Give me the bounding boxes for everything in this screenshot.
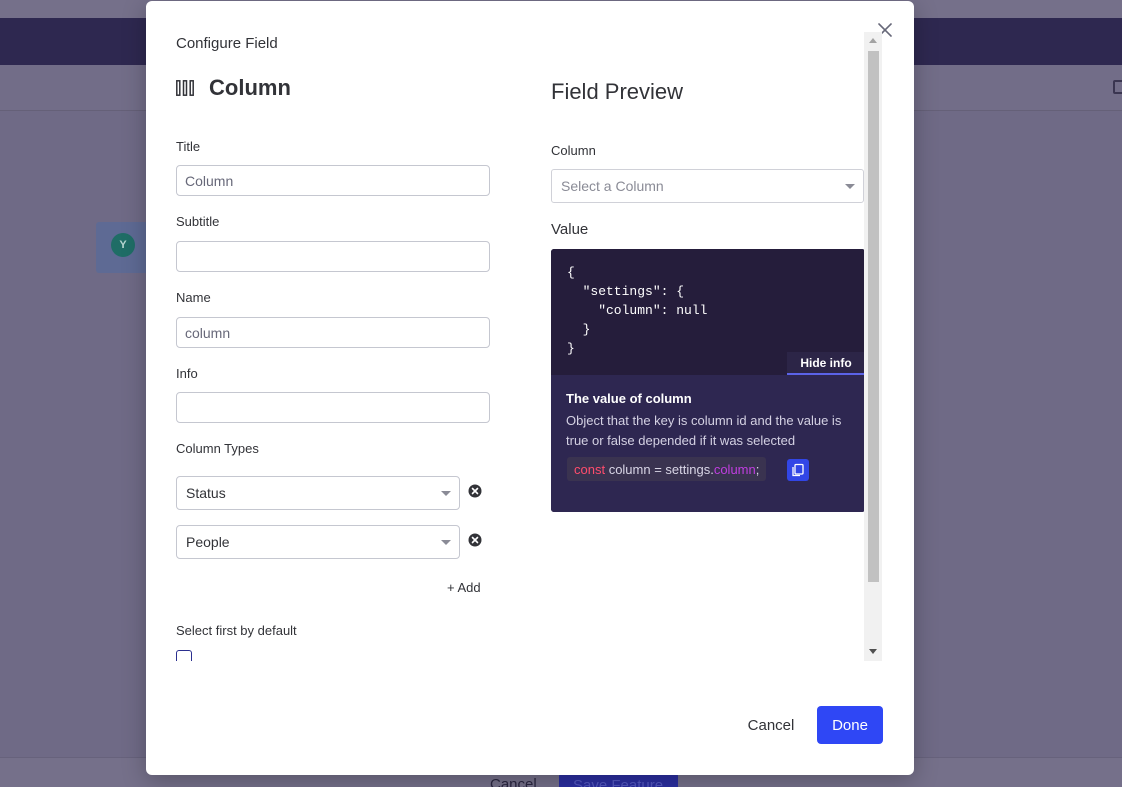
info-description: Object that the key is column id and the… <box>566 413 842 448</box>
copy-icon <box>792 463 804 477</box>
copy-button[interactable] <box>787 459 809 481</box>
code-snippet: const column = settings. column; <box>567 457 767 481</box>
remove-column-type-button[interactable] <box>468 484 482 498</box>
scrollbar-thumb[interactable] <box>868 51 879 582</box>
subtitle-label: Subtitle <box>176 214 220 229</box>
column-type-select[interactable]: Status <box>176 476 460 510</box>
snippet-keyword: const <box>574 461 606 477</box>
avatar: Y <box>111 233 135 257</box>
chevron-down-icon <box>845 184 855 189</box>
configure-field-modal: Configure Field Column Title Subtitle Na… <box>146 1 914 775</box>
cancel-button[interactable]: Cancel <box>736 706 806 744</box>
value-label: Value <box>551 221 589 238</box>
modal-scrollbar[interactable] <box>864 32 882 661</box>
preview-column-select[interactable]: Select a Column <box>551 169 864 203</box>
info-title: The value of column <box>566 391 692 406</box>
preview-title: Field Preview <box>551 79 684 104</box>
json-code: { "settings": { "column": null } } <box>567 265 708 356</box>
column-types-label: Column Types <box>176 441 259 456</box>
name-label: Name <box>176 290 211 305</box>
hide-info-button[interactable]: Hide info <box>787 352 865 375</box>
info-panel: The value of column Object that the key … <box>551 375 865 512</box>
chevron-down-icon <box>441 540 451 545</box>
remove-circle-icon <box>468 533 482 547</box>
field-type-name: Column <box>209 75 291 100</box>
code-block: { "settings": { "column": null } } Hide … <box>551 249 865 375</box>
grid-icon <box>1113 80 1122 94</box>
chevron-down-icon <box>441 491 451 496</box>
snippet-text: column = settings. <box>605 461 714 477</box>
scroll-up-icon[interactable] <box>869 38 877 43</box>
done-button[interactable]: Done <box>817 706 883 744</box>
remove-column-type-button[interactable] <box>468 533 482 547</box>
subtitle-input[interactable] <box>176 241 490 272</box>
background-cancel-button: Cancel <box>490 776 537 787</box>
preview-column-placeholder: Select a Column <box>561 178 664 194</box>
column-type-value: Status <box>186 485 226 501</box>
column-type-select[interactable]: People <box>176 525 460 559</box>
info-label: Info <box>176 366 198 381</box>
value-code-panel: { "settings": { "column": null } } Hide … <box>551 249 865 512</box>
field-header: Column <box>176 75 291 101</box>
name-input[interactable] <box>176 317 490 348</box>
info-input[interactable] <box>176 392 490 423</box>
title-label: Title <box>176 139 201 154</box>
background-save-button: Save Feature <box>559 773 678 787</box>
select-first-label: Select first by default <box>176 623 297 638</box>
column-icon <box>176 80 194 96</box>
title-input[interactable] <box>176 165 490 196</box>
remove-circle-icon <box>468 484 482 498</box>
snippet-end: ; <box>755 461 760 477</box>
modal-content: Column Title Subtitle Name Info Column T… <box>146 31 883 661</box>
snippet-property: column <box>713 461 756 477</box>
column-type-value: People <box>186 534 230 550</box>
select-first-checkbox[interactable] <box>176 650 192 661</box>
add-column-type-button[interactable]: + Add <box>447 580 481 595</box>
scroll-down-icon[interactable] <box>869 649 877 654</box>
preview-column-label: Column <box>551 143 596 158</box>
